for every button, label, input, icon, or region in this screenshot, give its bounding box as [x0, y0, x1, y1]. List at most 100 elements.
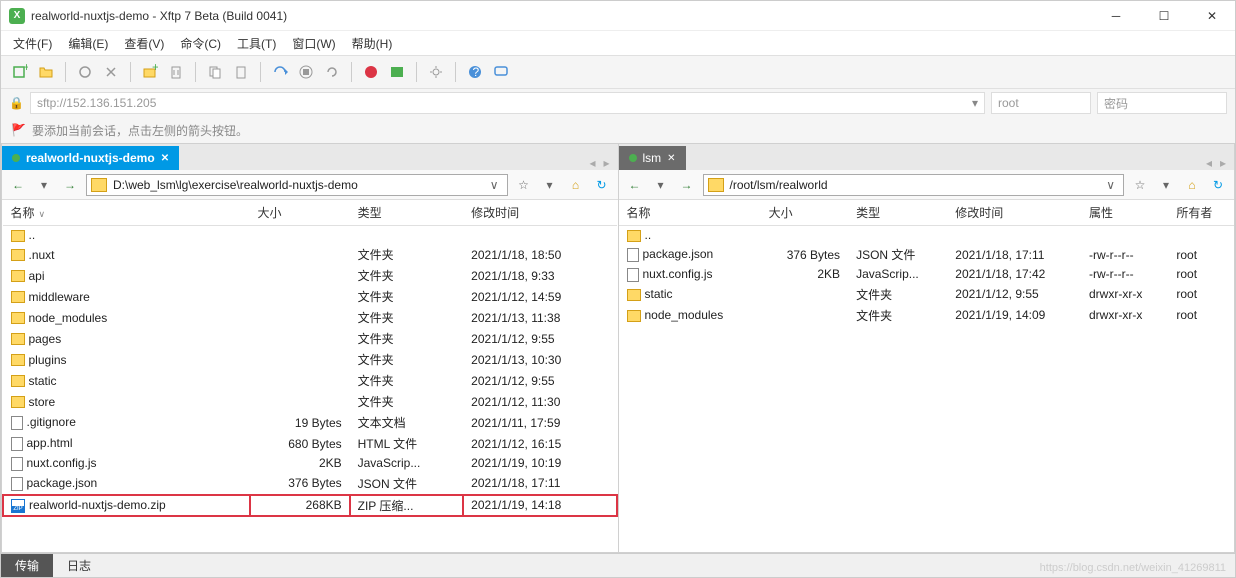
dropdown-icon[interactable]: ▾: [651, 175, 671, 195]
remote-tab[interactable]: lsm ✕: [619, 146, 686, 170]
svg-text:+: +: [23, 64, 28, 74]
dropdown-icon[interactable]: ▾: [972, 96, 978, 110]
col-name[interactable]: 名称: [619, 200, 761, 226]
star-icon[interactable]: ☆: [514, 175, 534, 195]
table-row[interactable]: store文件夹2021/1/12, 11:30: [3, 391, 618, 412]
close-tab-icon[interactable]: ✕: [667, 153, 675, 164]
delete-icon[interactable]: [165, 61, 187, 83]
tab-prev-icon[interactable]: ◂: [589, 156, 595, 170]
reconnect-icon[interactable]: [74, 61, 96, 83]
sync-icon[interactable]: [269, 61, 291, 83]
statusbar: 传输 日志: [1, 553, 1235, 577]
table-row[interactable]: package.json376 BytesJSON 文件2021/1/18, 1…: [619, 244, 1235, 265]
table-row[interactable]: nuxt.config.js2KBJavaScrip...2021/1/18, …: [619, 265, 1235, 284]
home-icon[interactable]: ⌂: [566, 175, 586, 195]
dropdown-icon[interactable]: ▾: [540, 175, 560, 195]
table-row[interactable]: middleware文件夹2021/1/12, 14:59: [3, 286, 618, 307]
menu-view[interactable]: 查看(V): [124, 35, 164, 52]
local-file-grid[interactable]: 名称∨ 大小 类型 修改时间 ...nuxt文件夹2021/1/18, 18:5…: [2, 200, 618, 552]
table-row[interactable]: static文件夹2021/1/12, 9:55drwxr-xr-xroot: [619, 284, 1235, 305]
close-button[interactable]: ✕: [1197, 6, 1227, 26]
new-folder-icon[interactable]: +: [139, 61, 161, 83]
table-row[interactable]: node_modules文件夹2021/1/13, 11:38: [3, 307, 618, 328]
menu-tools[interactable]: 工具(T): [237, 35, 276, 52]
table-row[interactable]: .gitignore19 Bytes文本文档2021/1/11, 17:59: [3, 412, 618, 433]
local-path-input[interactable]: D:\web_lsm\lg\exercise\realworld-nuxtjs-…: [86, 174, 508, 196]
dropdown-icon[interactable]: ∨: [1102, 178, 1119, 192]
status-tab-transfer[interactable]: 传输: [1, 554, 53, 577]
refresh-icon[interactable]: ↻: [1208, 175, 1228, 195]
menu-commands[interactable]: 命令(C): [180, 35, 221, 52]
col-name[interactable]: 名称∨: [3, 200, 250, 226]
col-size[interactable]: 大小: [761, 200, 848, 226]
open-folder-icon[interactable]: [35, 61, 57, 83]
home-icon[interactable]: ⌂: [1182, 175, 1202, 195]
close-tab-icon[interactable]: ✕: [161, 153, 169, 164]
menu-window[interactable]: 窗口(W): [292, 35, 335, 52]
paste-icon[interactable]: [230, 61, 252, 83]
dropdown-icon[interactable]: ▾: [1156, 175, 1176, 195]
app-icon: X: [9, 8, 25, 24]
help-icon[interactable]: ?: [464, 61, 486, 83]
remote-file-grid[interactable]: 名称 大小 类型 修改时间 属性 所有者 ..package.json376 B…: [619, 200, 1235, 552]
dropdown-icon[interactable]: ∨: [486, 178, 503, 192]
table-row[interactable]: ..: [3, 226, 618, 245]
folder-icon: [11, 312, 25, 324]
separator: [65, 62, 66, 82]
col-attrs[interactable]: 属性: [1081, 200, 1168, 226]
col-type[interactable]: 类型: [350, 200, 464, 226]
local-tab[interactable]: realworld-nuxtjs-demo ✕: [2, 146, 179, 170]
minimize-button[interactable]: ─: [1101, 6, 1131, 26]
table-row[interactable]: app.html680 BytesHTML 文件2021/1/12, 16:15: [3, 433, 618, 454]
maximize-button[interactable]: ☐: [1149, 6, 1179, 26]
status-tab-log[interactable]: 日志: [53, 554, 105, 577]
folder-icon: [91, 178, 107, 192]
tab-next-icon[interactable]: ▸: [1220, 156, 1226, 170]
table-row[interactable]: realworld-nuxtjs-demo.zip268KBZIP 压缩...2…: [3, 494, 618, 516]
remote-pane: lsm ✕ ◂ ▸ ← ▾ → /root/lsm/realworld ∨ ☆ …: [618, 143, 1236, 553]
remote-path-input[interactable]: /root/lsm/realworld ∨: [703, 174, 1125, 196]
table-row[interactable]: pages文件夹2021/1/12, 9:55: [3, 328, 618, 349]
table-row[interactable]: .nuxt文件夹2021/1/18, 18:50: [3, 244, 618, 265]
lock-icon: 🔒: [9, 96, 24, 110]
menu-file[interactable]: 文件(F): [13, 35, 52, 52]
table-row[interactable]: static文件夹2021/1/12, 9:55: [3, 370, 618, 391]
settings-icon[interactable]: [425, 61, 447, 83]
table-row[interactable]: node_modules文件夹2021/1/19, 14:09drwxr-xr-…: [619, 305, 1235, 326]
user-input[interactable]: root: [991, 92, 1091, 114]
menu-help[interactable]: 帮助(H): [352, 35, 393, 52]
address-input[interactable]: sftp://152.136.151.205▾: [30, 92, 985, 114]
table-row[interactable]: nuxt.config.js2KBJavaScrip...2021/1/19, …: [3, 454, 618, 473]
copy-icon[interactable]: [204, 61, 226, 83]
col-modified[interactable]: 修改时间: [947, 200, 1081, 226]
back-icon[interactable]: ←: [625, 175, 645, 195]
table-row[interactable]: package.json376 BytesJSON 文件2021/1/18, 1…: [3, 473, 618, 495]
table-row[interactable]: plugins文件夹2021/1/13, 10:30: [3, 349, 618, 370]
tab-next-icon[interactable]: ▸: [603, 156, 609, 170]
star-icon[interactable]: ☆: [1130, 175, 1150, 195]
col-size[interactable]: 大小: [250, 200, 350, 226]
back-icon[interactable]: ←: [8, 175, 28, 195]
separator: [130, 62, 131, 82]
terminal-icon[interactable]: [386, 61, 408, 83]
disconnect-icon[interactable]: [100, 61, 122, 83]
col-type[interactable]: 类型: [848, 200, 947, 226]
forward-icon[interactable]: →: [60, 175, 80, 195]
forward-icon[interactable]: →: [677, 175, 697, 195]
menu-edit[interactable]: 编辑(E): [68, 35, 108, 52]
table-row[interactable]: api文件夹2021/1/18, 9:33: [3, 265, 618, 286]
col-owner[interactable]: 所有者: [1168, 200, 1234, 226]
refresh-icon[interactable]: ↻: [592, 175, 612, 195]
tab-prev-icon[interactable]: ◂: [1206, 156, 1212, 170]
stop-icon[interactable]: [295, 61, 317, 83]
browser-icon[interactable]: [360, 61, 382, 83]
chat-icon[interactable]: [490, 61, 512, 83]
password-input[interactable]: 密码: [1097, 92, 1227, 114]
new-session-icon[interactable]: +: [9, 61, 31, 83]
table-row[interactable]: ..: [619, 226, 1235, 245]
dropdown-icon[interactable]: ▾: [34, 175, 54, 195]
folder-icon: [11, 249, 25, 261]
col-modified[interactable]: 修改时间: [463, 200, 617, 226]
refresh-icon[interactable]: [321, 61, 343, 83]
folder-icon: [708, 178, 724, 192]
